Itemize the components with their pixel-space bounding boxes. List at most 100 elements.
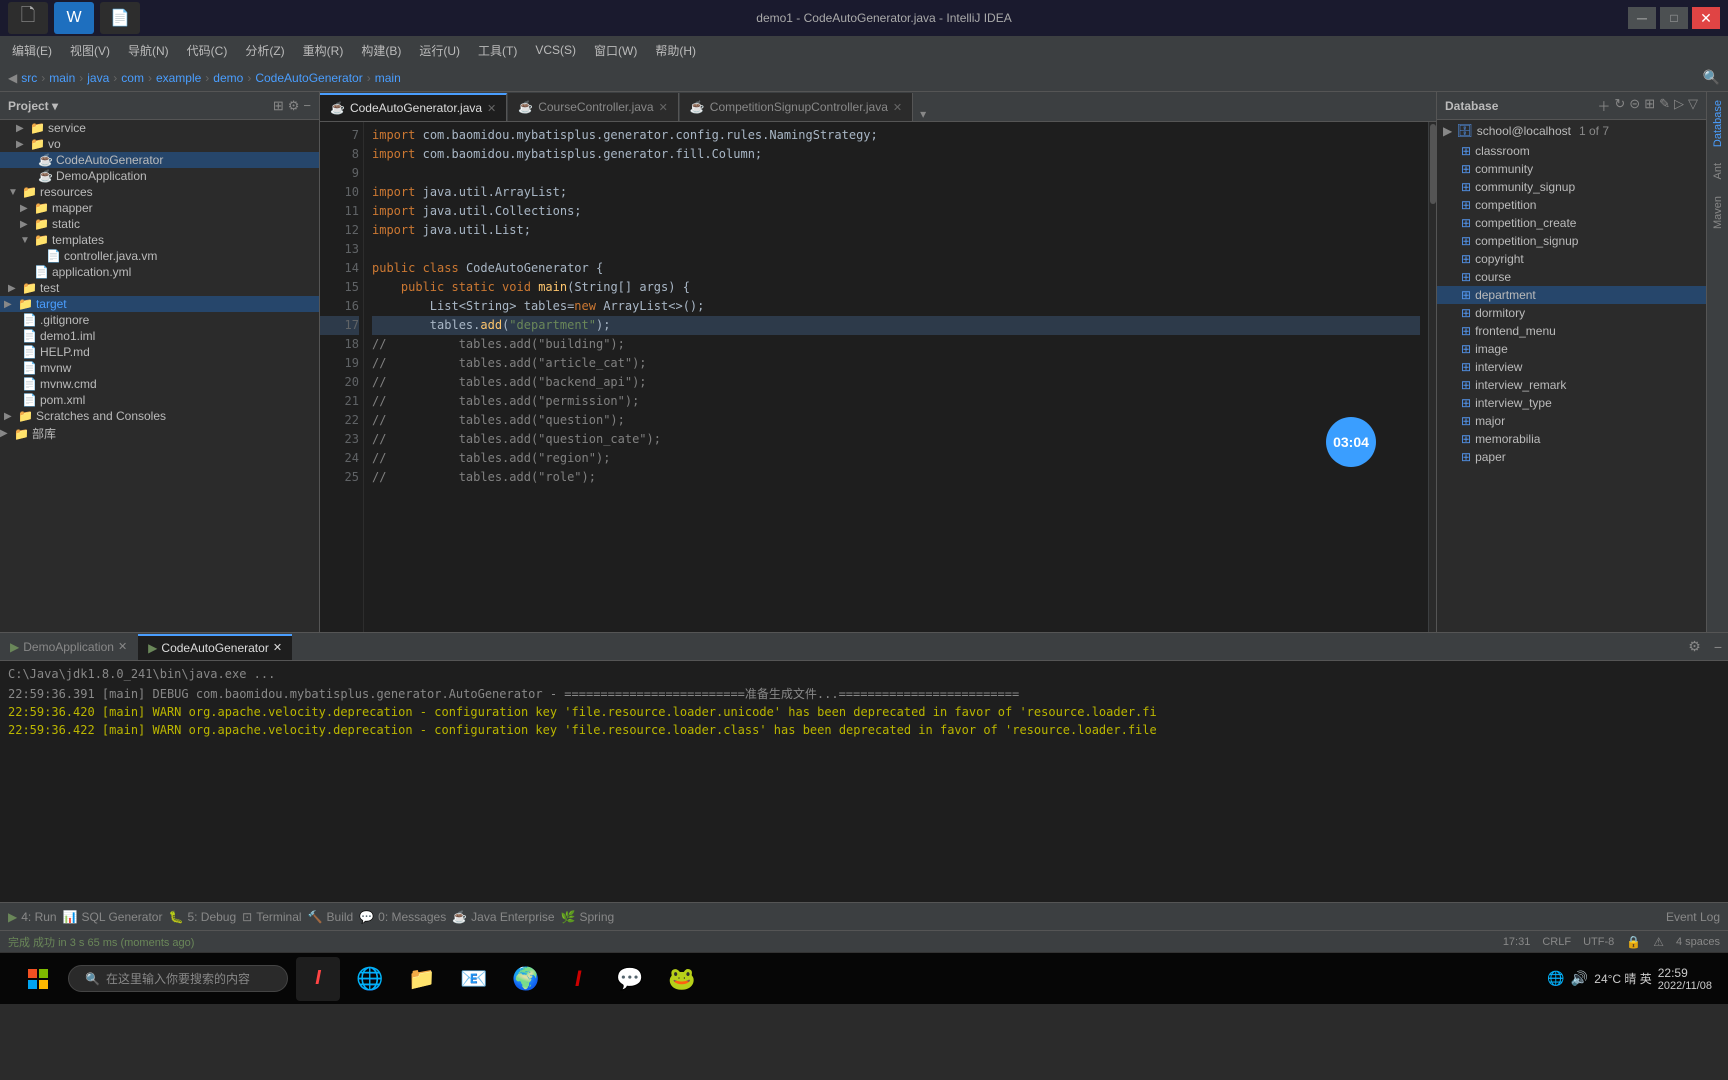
- taskbar-icon-chrome[interactable]: 🌍: [504, 957, 548, 1001]
- taskbar-icon-explorer[interactable]: 📁: [400, 957, 444, 1001]
- status-position[interactable]: 17:31: [1503, 936, 1531, 948]
- bottom-tab-codeautogenerator[interactable]: ▶ CodeAutoGenerator ✕: [138, 634, 292, 660]
- tree-item-resources[interactable]: ▼ 📁 resources: [0, 184, 319, 200]
- tree-item-demo1iml[interactable]: 📄 demo1.iml: [0, 328, 319, 344]
- tab-close-btn[interactable]: ✕: [893, 101, 902, 114]
- tab-close-btn[interactable]: ✕: [273, 641, 282, 654]
- taskbar-icon-wechat[interactable]: 💬: [608, 957, 652, 1001]
- tree-item-static[interactable]: ▶ 📁 static: [0, 216, 319, 232]
- bottom-tab-demoapplication[interactable]: ▶ DemoApplication ✕: [0, 634, 137, 660]
- menu-item-view[interactable]: 视图(V): [62, 40, 118, 61]
- db-edit-icon[interactable]: ✎: [1659, 96, 1670, 115]
- status-crlf[interactable]: CRLF: [1542, 936, 1571, 948]
- breadcrumb-class[interactable]: CodeAutoGenerator: [255, 71, 362, 85]
- menu-item-build[interactable]: 构建(B): [353, 40, 409, 61]
- menu-item-help[interactable]: 帮助(H): [647, 40, 704, 61]
- search-everywhere-icon[interactable]: 🔍: [1703, 69, 1720, 86]
- db-connection[interactable]: ▶ 🗄 school@localhost 1 of 7: [1437, 120, 1706, 142]
- run-btn[interactable]: ▶ 4: Run: [8, 910, 57, 924]
- java-enterprise-btn[interactable]: ☕ Java Enterprise: [452, 910, 554, 924]
- debug-btn[interactable]: 🐛 5: Debug: [168, 910, 236, 924]
- taskbar-icon-outlook[interactable]: 📧: [452, 957, 496, 1001]
- db-table-dormitory[interactable]: ⊞ dormitory: [1437, 304, 1706, 322]
- db-table-course[interactable]: ⊞ course: [1437, 268, 1706, 286]
- tab-close-btn[interactable]: ✕: [118, 640, 127, 653]
- menu-item-nav[interactable]: 导航(N): [120, 40, 177, 61]
- win-start-button[interactable]: [16, 957, 60, 1001]
- tab-close-btn[interactable]: ✕: [659, 101, 668, 114]
- db-table-competition-create[interactable]: ⊞ competition_create: [1437, 214, 1706, 232]
- nav-back-icon[interactable]: ◀: [8, 71, 17, 85]
- db-table-community[interactable]: ⊞ community: [1437, 160, 1706, 178]
- status-indent[interactable]: 4 spaces: [1676, 936, 1720, 948]
- db-table-view-icon[interactable]: ⊞: [1644, 96, 1655, 115]
- taskbar-icon-edge[interactable]: 🌐: [348, 957, 392, 1001]
- tree-item-applicationyml[interactable]: 📄 application.yml: [0, 264, 319, 280]
- menu-item-tools[interactable]: 工具(T): [470, 40, 525, 61]
- breadcrumb-java[interactable]: java: [87, 71, 109, 85]
- menu-item-vcs[interactable]: VCS(S): [527, 41, 584, 59]
- menu-item-analyze[interactable]: 分析(Z): [237, 40, 292, 61]
- tree-item-helpmd[interactable]: 📄 HELP.md: [0, 344, 319, 360]
- db-table-frontend-menu[interactable]: ⊞ frontend_menu: [1437, 322, 1706, 340]
- menu-item-refactor[interactable]: 重构(R): [295, 40, 352, 61]
- db-table-classroom[interactable]: ⊞ classroom: [1437, 142, 1706, 160]
- taskbar-icon-other[interactable]: 🐸: [660, 957, 704, 1001]
- code-editor[interactable]: import com.baomidou.mybatisplus.generato…: [364, 122, 1428, 632]
- sql-generator-btn[interactable]: 📊 SQL Generator: [63, 910, 163, 924]
- db-table-competition[interactable]: ⊞ competition: [1437, 196, 1706, 214]
- terminal-btn[interactable]: ⊡ Terminal: [242, 910, 301, 924]
- menu-item-edit[interactable]: 编辑(E): [4, 40, 60, 61]
- win-search-box[interactable]: 🔍 在这里输入你要搜索的内容: [68, 965, 288, 992]
- menu-item-code[interactable]: 代码(C): [179, 40, 236, 61]
- event-log-btn[interactable]: Event Log: [1666, 910, 1720, 924]
- panel-icon-layout[interactable]: ⊞: [273, 98, 284, 114]
- tree-item-scratches[interactable]: ▶ 📁 Scratches and Consoles: [0, 408, 319, 424]
- tab-close-btn[interactable]: ✕: [487, 102, 496, 115]
- tree-item-codeautogenerator[interactable]: ☕ CodeAutoGenerator: [0, 152, 319, 168]
- tree-item-controller-vm[interactable]: 📄 controller.java.vm: [0, 248, 319, 264]
- side-strip-ant[interactable]: Ant: [1710, 155, 1726, 188]
- side-strip-database[interactable]: Database: [1710, 92, 1726, 155]
- tree-item-gitignore[interactable]: 📄 .gitignore: [0, 312, 319, 328]
- tree-item-templates[interactable]: ▼ 📁 templates: [0, 232, 319, 248]
- db-table-interview[interactable]: ⊞ interview: [1437, 358, 1706, 376]
- taskbar-app-3[interactable]: 📄: [100, 2, 140, 34]
- db-add-icon[interactable]: ＋: [1597, 96, 1610, 115]
- db-table-major[interactable]: ⊞ major: [1437, 412, 1706, 430]
- db-table-copyright[interactable]: ⊞ copyright: [1437, 250, 1706, 268]
- breadcrumb-example[interactable]: example: [156, 71, 201, 85]
- taskbar-icon-idea2[interactable]: I: [556, 957, 600, 1001]
- taskbar-icon-intellij[interactable]: I: [296, 957, 340, 1001]
- db-table-community-signup[interactable]: ⊞ community_signup: [1437, 178, 1706, 196]
- build-btn[interactable]: 🔨 Build: [308, 910, 354, 924]
- editor-tab-codeautogenerator[interactable]: ☕ CodeAutoGenerator.java ✕: [320, 93, 507, 121]
- db-filter-icon[interactable]: ▽: [1688, 96, 1698, 115]
- tree-item-mapper[interactable]: ▶ 📁 mapper: [0, 200, 319, 216]
- spring-btn[interactable]: 🌿 Spring: [561, 910, 615, 924]
- tree-item-mvnw[interactable]: 📄 mvnw: [0, 360, 319, 376]
- db-table-competition-signup[interactable]: ⊞ competition_signup: [1437, 232, 1706, 250]
- status-charset[interactable]: UTF-8: [1583, 936, 1614, 948]
- breadcrumb-demo[interactable]: demo: [213, 71, 243, 85]
- db-table-paper[interactable]: ⊞ paper: [1437, 448, 1706, 466]
- minimize-button[interactable]: ─: [1628, 7, 1656, 29]
- db-refresh-icon[interactable]: ↻: [1614, 96, 1625, 115]
- tree-item-pomxml[interactable]: 📄 pom.xml: [0, 392, 319, 408]
- db-table-interview-remark[interactable]: ⊞ interview_remark: [1437, 376, 1706, 394]
- db-table-department[interactable]: ⊞ department: [1437, 286, 1706, 304]
- db-table-image[interactable]: ⊞ image: [1437, 340, 1706, 358]
- db-console-icon[interactable]: ▷: [1674, 96, 1684, 115]
- tree-item-mvnwcmd[interactable]: 📄 mvnw.cmd: [0, 376, 319, 392]
- minimize-panel-icon[interactable]: −: [1708, 639, 1728, 655]
- menu-item-run[interactable]: 运行(U): [411, 40, 468, 61]
- settings-icon[interactable]: ⚙: [1682, 638, 1707, 655]
- db-table-memorabilia[interactable]: ⊞ memorabilia: [1437, 430, 1706, 448]
- tree-item-target[interactable]: ▶ 📁 target: [0, 296, 319, 312]
- breadcrumb-method[interactable]: main: [375, 71, 401, 85]
- breadcrumb-main[interactable]: main: [49, 71, 75, 85]
- breadcrumb-src[interactable]: src: [21, 71, 37, 85]
- side-strip-maven[interactable]: Maven: [1710, 188, 1726, 237]
- menu-item-window[interactable]: 窗口(W): [586, 40, 645, 61]
- tree-item-bulku[interactable]: ▶ 📁 部库: [0, 424, 319, 443]
